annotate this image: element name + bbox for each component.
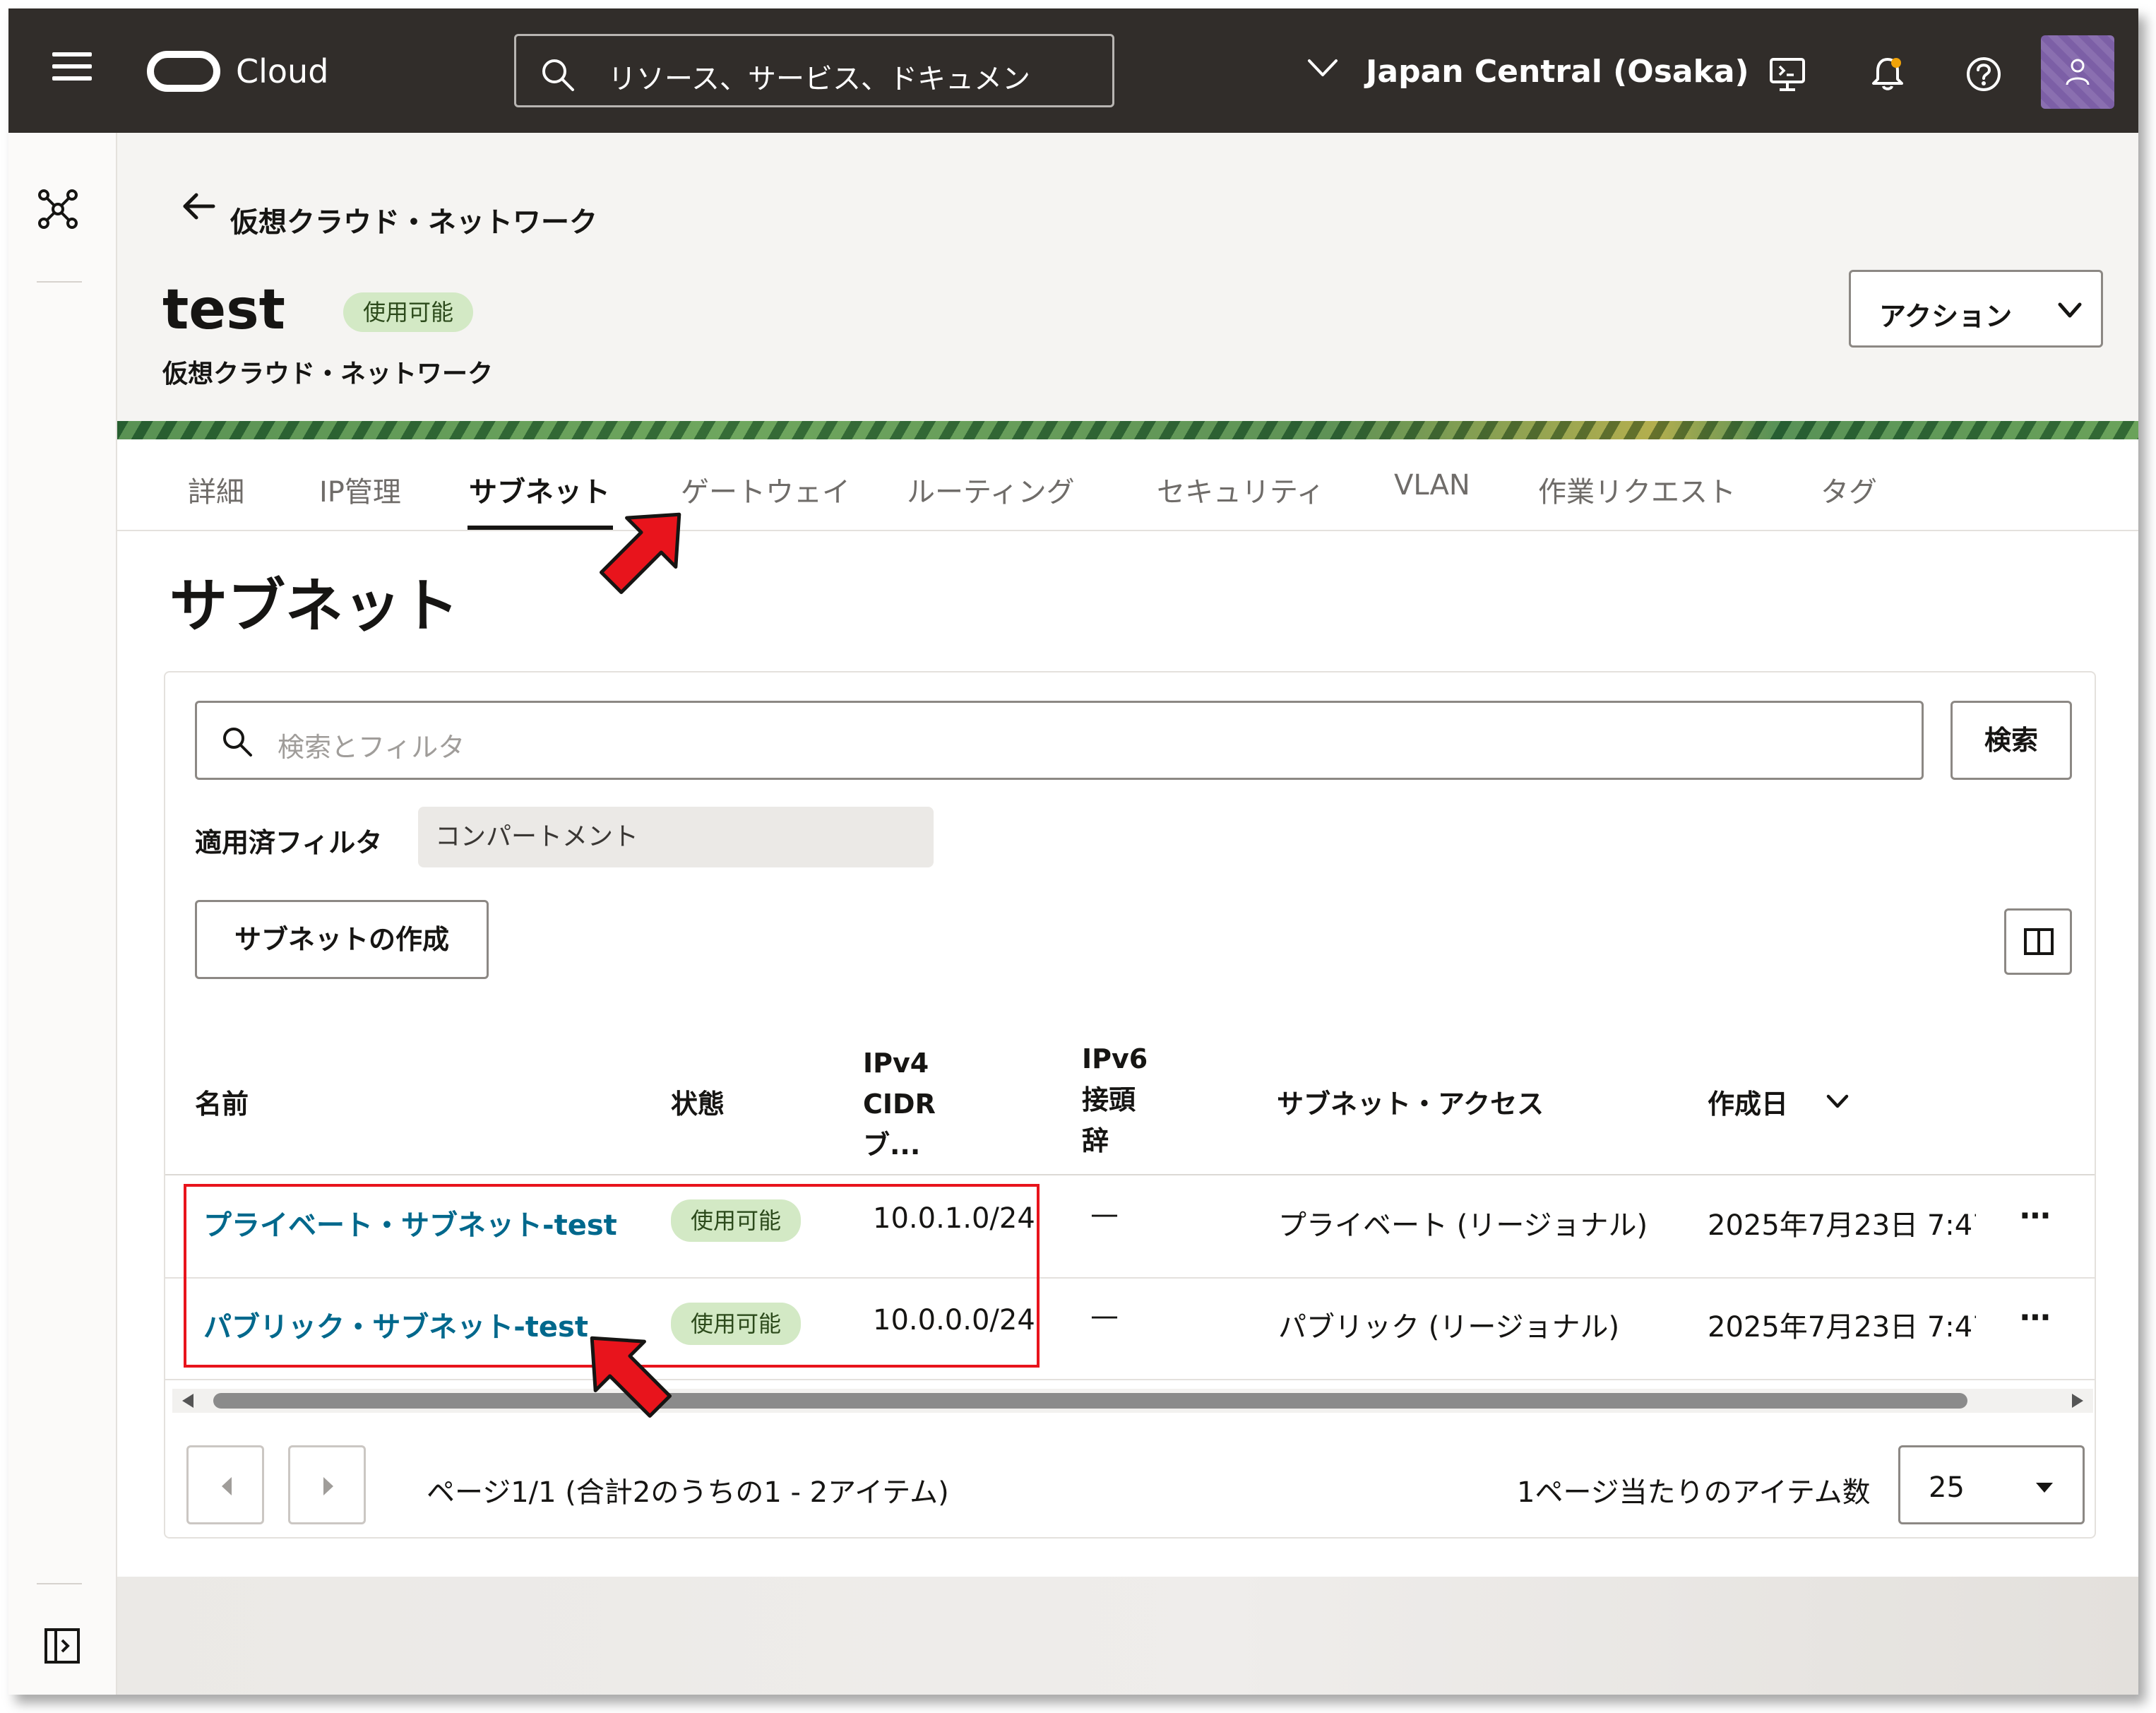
annotation-arrow-icon [590, 1336, 672, 1418]
row-actions-menu-icon[interactable]: ⋯ [2020, 1300, 2052, 1336]
search-icon [542, 59, 574, 91]
pagination-info: ページ1/1 (合計2のうちの1 - 2アイテム) [427, 1476, 949, 1509]
search-icon [223, 728, 252, 757]
subnet-access: パブリック (リージョナル) [1278, 1311, 1620, 1344]
previous-page-button[interactable] [186, 1445, 264, 1524]
footer-band [117, 1577, 2138, 1695]
column-header-ipv6[interactable]: IPv6 接頭 辞 [1082, 1038, 1148, 1161]
tab-routing[interactable]: ルーティング [907, 469, 1075, 510]
column-header-ipv6-line: 接頭 [1082, 1084, 1136, 1115]
decorative-banner [117, 421, 2138, 439]
ipv6-prefix: — [1090, 1300, 1119, 1332]
actions-label: アクション [1879, 301, 2013, 332]
caret-down-icon [2036, 1483, 2053, 1493]
user-icon [2066, 59, 2090, 85]
logo-text[interactable]: Cloud [236, 52, 328, 90]
tab-subnets[interactable]: サブネット [469, 469, 610, 510]
tab-vlan[interactable]: VLAN [1394, 469, 1470, 502]
column-header-ipv4[interactable]: IPv4 CIDR ブ... [863, 1043, 936, 1166]
menu-icon[interactable] [52, 52, 92, 88]
scrollbar-thumb[interactable] [213, 1393, 1967, 1409]
page-title: test [162, 278, 285, 342]
scroll-right-arrow-icon[interactable] [2071, 1393, 2085, 1409]
search-button[interactable]: 検索 [1950, 701, 2072, 780]
column-header-ipv6-line: IPv6 [1082, 1043, 1148, 1074]
next-page-button[interactable] [288, 1445, 366, 1524]
column-header-ipv4-line: ブ... [863, 1130, 921, 1161]
scroll-left-arrow-icon[interactable] [181, 1393, 195, 1409]
tab-ip-management[interactable]: IP管理 [319, 469, 401, 510]
column-header-created[interactable]: 作成日 [1708, 1084, 1788, 1125]
help-icon[interactable] [1965, 55, 2003, 93]
console-window: Cloud リソース、サービス、ドキュメン Japan Central (Osa… [8, 8, 2138, 1695]
column-header-access[interactable]: サブネット・アクセス [1277, 1084, 1544, 1125]
chevron-right-icon [323, 1477, 333, 1495]
chevron-left-icon [222, 1477, 232, 1495]
filter-chip-compartment[interactable]: コンパートメント [418, 807, 934, 867]
sort-chevron-icon[interactable] [1825, 1091, 1850, 1112]
status-badge: 使用可能 [343, 292, 474, 332]
tab-work-requests[interactable]: 作業リクエスト [1538, 469, 1736, 510]
global-search-input[interactable]: リソース、サービス、ドキュメン [514, 34, 1114, 107]
left-rail [8, 133, 117, 1695]
chevron-down-icon [2058, 302, 2082, 318]
panel-toggle-icon[interactable] [44, 1628, 81, 1664]
created-date: 2025年7月23日 7:47 [1708, 1209, 1976, 1242]
section-heading: サブネット [169, 573, 460, 640]
search-filter-input[interactable]: 検索とフィルタ [195, 701, 1924, 780]
column-header-ipv4-line: CIDR [863, 1089, 936, 1120]
rail-divider [37, 281, 82, 283]
created-date: 2025年7月23日 7:47 [1708, 1311, 1976, 1344]
column-header-ipv6-line: 辞 [1082, 1125, 1109, 1156]
breadcrumb[interactable]: 仮想クラウド・ネットワーク [230, 199, 597, 240]
header-divider [165, 1174, 2095, 1175]
avatar[interactable] [2041, 35, 2114, 109]
network-icon[interactable] [37, 188, 79, 230]
ipv6-prefix: — [1090, 1198, 1119, 1231]
top-bar: Cloud リソース、サービス、ドキュメン Japan Central (Osa… [8, 8, 2138, 133]
tab-security[interactable]: セキュリティ [1157, 469, 1325, 510]
oracle-logo-icon[interactable] [147, 51, 220, 92]
tab-details[interactable]: 詳細 [188, 469, 244, 510]
column-header-ipv4-line: IPv4 [863, 1048, 929, 1079]
annotation-arrow-icon [599, 512, 681, 595]
items-per-page-select[interactable]: 25 [1898, 1445, 2085, 1524]
column-header-state[interactable]: 状態 [671, 1084, 725, 1125]
create-subnet-button[interactable]: サブネットの作成 [195, 900, 489, 979]
back-arrow-icon[interactable] [178, 186, 218, 226]
search-placeholder: 検索とフィルタ [278, 732, 465, 763]
rail-divider [37, 1583, 82, 1584]
tab-bar: 詳細 IP管理 サブネット ゲートウェイ ルーティング セキュリティ VLAN … [117, 439, 2138, 531]
row-actions-menu-icon[interactable]: ⋯ [2020, 1198, 2052, 1234]
page-subtitle: 仮想クラウド・ネットワーク [162, 360, 494, 389]
bell-icon[interactable] [1869, 55, 1907, 93]
columns-icon [2024, 928, 2054, 955]
row-divider [165, 1379, 2095, 1380]
tab-tags[interactable]: タグ [1821, 469, 1877, 510]
global-search-text: リソース、サービス、ドキュメン [608, 63, 1030, 95]
items-per-page-label: 1ページ当たりのアイテム数 [1517, 1476, 1871, 1509]
horizontal-scrollbar[interactable] [172, 1389, 2093, 1413]
items-per-page-value: 25 [1929, 1471, 1965, 1504]
tab-gateways[interactable]: ゲートウェイ [681, 469, 850, 510]
column-header-name[interactable]: 名前 [195, 1084, 249, 1125]
subnet-access: プライベート (リージョナル) [1278, 1209, 1648, 1242]
actions-button[interactable]: アクション [1849, 270, 2103, 348]
region-selector[interactable]: Japan Central (Osaka) [1366, 54, 1749, 90]
column-settings-button[interactable] [2004, 908, 2072, 975]
chevron-down-icon[interactable] [1305, 54, 1340, 82]
cloud-shell-icon[interactable] [1768, 55, 1806, 93]
applied-filters-label: 適用済フィルタ [195, 827, 383, 858]
